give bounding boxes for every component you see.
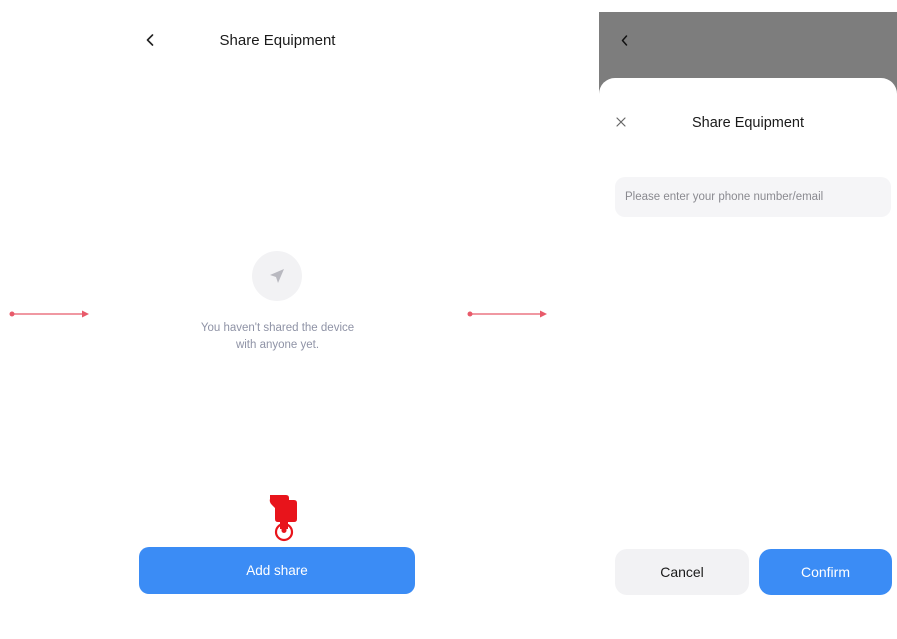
chevron-left-icon bbox=[621, 34, 627, 46]
page-title: Share Equipment bbox=[219, 32, 336, 49]
flow-arrow-2 bbox=[466, 309, 550, 319]
empty-state-text-line2: with anyone yet. bbox=[235, 339, 320, 351]
tap-hand-icon bbox=[269, 495, 297, 542]
sheet-title: Share Equipment bbox=[691, 115, 805, 131]
tutorial-canvas: Share Equipment You haven't shared the d… bbox=[0, 0, 897, 639]
confirm-button[interactable]: Confirm bbox=[759, 549, 892, 595]
arrow-right-icon bbox=[9, 310, 89, 318]
empty-state-text-line1: You haven't shared the device bbox=[200, 322, 355, 334]
add-share-button[interactable]: Add share bbox=[139, 547, 415, 594]
share-bottom-sheet: Share Equipment Cancel Confirm bbox=[599, 78, 897, 639]
share-equipment-screen: Share Equipment You haven't shared the d… bbox=[125, 0, 430, 639]
flow-arrow-1 bbox=[8, 309, 92, 319]
share-dialog-screen: Share Equipment Cancel Confirm bbox=[599, 12, 897, 639]
paper-plane-icon bbox=[270, 269, 284, 283]
empty-state-illustration bbox=[252, 251, 302, 301]
cancel-button[interactable]: Cancel bbox=[615, 549, 749, 595]
phone-email-input[interactable] bbox=[615, 177, 891, 217]
arrow-right-icon bbox=[467, 310, 547, 318]
background-back-button bbox=[617, 32, 631, 48]
